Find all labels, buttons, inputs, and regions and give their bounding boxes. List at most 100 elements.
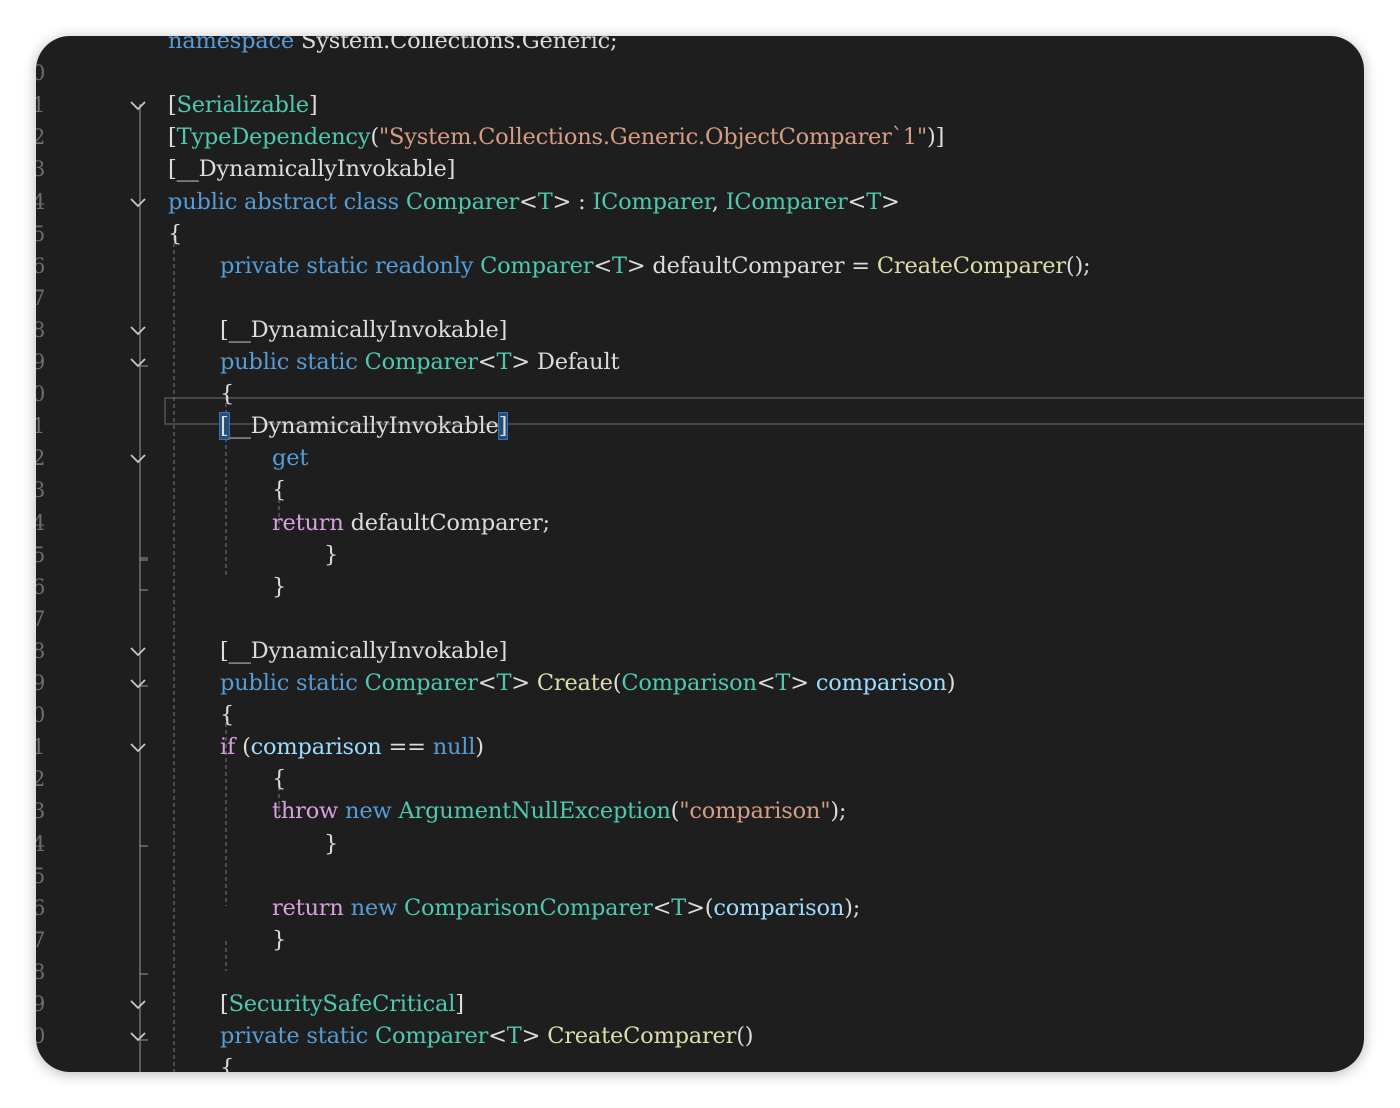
code-line[interactable]: 7} xyxy=(36,924,1364,956)
code-token: T xyxy=(611,252,627,279)
code-text[interactable]: [SecuritySafeCritical] xyxy=(220,988,464,1020)
code-text[interactable]: { xyxy=(272,474,286,506)
code-line[interactable]: 2 get xyxy=(36,442,1364,474)
code-text[interactable]: [__DynamicallyInvokable] xyxy=(220,635,507,667)
code-text[interactable]: } xyxy=(272,924,286,956)
code-token: } xyxy=(272,926,287,953)
code-text[interactable]: private static readonly Comparer<T> defa… xyxy=(220,250,1091,282)
code-text[interactable]: [Serializable] xyxy=(168,89,318,121)
chevron-down-icon[interactable] xyxy=(129,739,147,757)
line-number: 6 xyxy=(36,895,46,920)
code-text[interactable]: [__DynamicallyInvokable] xyxy=(219,410,509,442)
code-text[interactable]: { xyxy=(272,763,286,795)
code-line[interactable]: 6 private static readonly Comparer<T> def… xyxy=(36,250,1364,282)
code-line[interactable]: 5{ xyxy=(36,218,1364,250)
code-line[interactable]: 9 [SecuritySafeCritical] xyxy=(36,988,1364,1020)
code-line[interactable]: 1 [__DynamicallyInvokable] xyxy=(36,410,1364,442)
line-number: 0 xyxy=(36,703,46,728)
code-token: T xyxy=(775,670,791,696)
code-line[interactable]: 9 public static Comparer<T> Create(Compar… xyxy=(36,667,1364,699)
code-editor[interactable]: 9 namespace System.Collections.Generic; 0 1… xyxy=(36,36,1364,1072)
code-line[interactable]: 8 [__DynamicallyInvokable] xyxy=(36,314,1364,346)
line-number: 1 xyxy=(36,93,46,118)
code-token: T xyxy=(866,188,882,215)
line-number: 5 xyxy=(36,221,46,246)
code-text[interactable]: public abstract class Comparer<T> : ICom… xyxy=(168,186,900,218)
chevron-down-icon[interactable] xyxy=(129,322,147,340)
code-line[interactable]: 3{ xyxy=(36,474,1364,506)
code-token: new xyxy=(350,894,398,921)
code-token: > : xyxy=(552,188,593,215)
chevron-down-icon[interactable] xyxy=(129,996,147,1014)
code-line[interactable]: 1 [Serializable] xyxy=(36,89,1364,121)
code-line[interactable]: 8 [__DynamicallyInvokable] xyxy=(36,635,1364,667)
code-line[interactable]: 5 xyxy=(36,860,1364,892)
code-text[interactable]: [__DynamicallyInvokable] xyxy=(168,153,455,185)
chevron-down-icon[interactable] xyxy=(129,194,147,212)
chevron-down-icon[interactable] xyxy=(129,354,147,372)
code-line[interactable]: 2 [TypeDependency("System.Collections.Gen… xyxy=(36,121,1364,153)
code-text[interactable]: } xyxy=(272,571,286,603)
code-token: comparison xyxy=(250,734,382,761)
code-text[interactable]: namespace System.Collections.Generic; xyxy=(168,36,618,57)
code-line[interactable]: 3 throw new ArgumentNullException("compar… xyxy=(36,795,1364,827)
chevron-down-icon[interactable] xyxy=(129,450,147,468)
code-text[interactable]: { xyxy=(220,1052,234,1072)
code-line[interactable]: 0{ xyxy=(36,699,1364,731)
code-line[interactable]: 6} xyxy=(36,571,1364,603)
code-line[interactable]: 4 public abstract class Comparer<T> : ICo… xyxy=(36,186,1364,218)
code-token: TypeDependency xyxy=(176,124,371,151)
code-line[interactable]: 5} xyxy=(36,539,1364,571)
code-text[interactable]: } xyxy=(324,539,338,571)
code-line[interactable]: 1{ xyxy=(36,1052,1364,1072)
code-line[interactable]: 0{ xyxy=(36,378,1364,410)
code-line[interactable]: 9 public static Comparer<T> Default xyxy=(36,346,1364,378)
chevron-down-icon[interactable] xyxy=(129,643,147,661)
code-line[interactable]: 3 [__DynamicallyInvokable] xyxy=(36,153,1364,185)
code-text[interactable]: throw new ArgumentNullException("compari… xyxy=(272,795,847,827)
chevron-down-icon[interactable] xyxy=(129,1028,147,1046)
code-token: < xyxy=(477,670,497,696)
code-line[interactable]: 6 return new ComparisonComparer<T>(compar… xyxy=(36,892,1364,924)
code-text[interactable]: { xyxy=(168,218,182,250)
code-token: Comparer xyxy=(364,349,478,375)
code-line[interactable]: 9 namespace System.Collections.Generic; xyxy=(36,36,1364,57)
code-text[interactable]: public static Comparer<T> Create(Compari… xyxy=(220,667,955,699)
code-text[interactable]: [TypeDependency("System.Collections.Gene… xyxy=(168,121,944,153)
line-number: 0 xyxy=(36,382,46,407)
code-line[interactable]: 1 if (comparison == null) xyxy=(36,731,1364,763)
code-text[interactable]: private static Comparer<T> CreateCompare… xyxy=(220,1020,754,1052)
code-text[interactable]: if (comparison == null) xyxy=(220,731,484,763)
code-token: T xyxy=(496,349,512,375)
line-number: 5 xyxy=(36,863,46,888)
chevron-down-icon[interactable] xyxy=(129,675,147,693)
chevron-down-icon[interactable] xyxy=(129,97,147,115)
code-text[interactable]: return new ComparisonComparer<T>(compari… xyxy=(272,892,860,924)
code-token: { xyxy=(220,1055,235,1072)
code-token: < xyxy=(519,188,538,215)
code-text[interactable]: { xyxy=(220,699,234,731)
code-line[interactable]: 7 xyxy=(36,603,1364,635)
code-line[interactable]: 0 xyxy=(36,57,1364,89)
code-text[interactable]: } xyxy=(324,828,338,860)
code-line[interactable]: 0 private static Comparer<T> CreateCompar… xyxy=(36,1020,1364,1052)
code-token: IComparer xyxy=(592,188,712,215)
code-line[interactable]: 8 xyxy=(36,956,1364,988)
code-token: T xyxy=(506,1023,522,1050)
code-line[interactable]: 2{ xyxy=(36,763,1364,795)
code-token: defaultComparer; xyxy=(343,509,551,536)
code-token: ] xyxy=(308,92,318,119)
code-line[interactable]: 7 xyxy=(36,282,1364,314)
code-text[interactable]: return defaultComparer; xyxy=(272,507,550,539)
code-text[interactable]: { xyxy=(220,378,234,410)
code-text[interactable]: get xyxy=(272,442,308,474)
code-line[interactable]: 4 return defaultComparer; xyxy=(36,507,1364,539)
code-text[interactable]: public static Comparer<T> Default xyxy=(220,346,619,378)
code-token: [ xyxy=(168,92,177,119)
code-line[interactable]: 4} xyxy=(36,828,1364,860)
code-text[interactable]: [__DynamicallyInvokable] xyxy=(220,314,507,346)
line-number: 7 xyxy=(36,606,46,631)
line-number: 8 xyxy=(36,959,46,984)
